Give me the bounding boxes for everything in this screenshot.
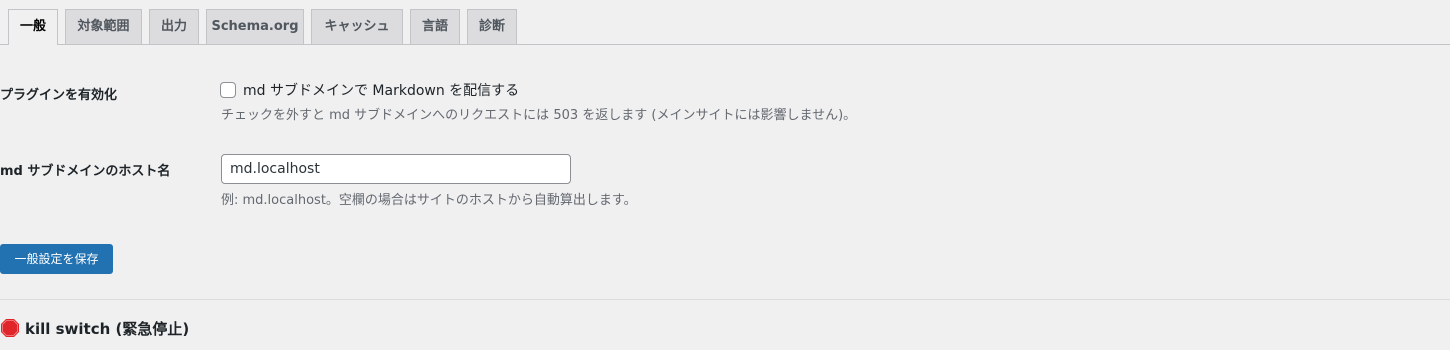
tab-schema-org[interactable]: Schema.org	[206, 9, 304, 44]
enable-plugin-control: md サブドメインで Markdown を配信する	[220, 81, 519, 99]
settings-page: 一般 対象範囲 出力 Schema.org キャッシュ 言語 診断 プラグインを…	[0, 0, 1450, 350]
host-description: 例: md.localhost。空欄の場合はサイトのホストから自動算出します。	[221, 193, 637, 208]
tab-diagnostics[interactable]: 診断	[467, 9, 517, 44]
kill-switch-heading: kill switch (緊急停止)	[0, 316, 189, 340]
host-input[interactable]	[221, 154, 571, 184]
tab-language[interactable]: 言語	[410, 9, 460, 44]
tab-output[interactable]: 出力	[149, 9, 199, 44]
tab-scope[interactable]: 対象範囲	[65, 9, 142, 44]
tab-cache[interactable]: キャッシュ	[311, 9, 403, 44]
stop-sign-icon	[1, 319, 19, 337]
save-general-settings-button[interactable]: 一般設定を保存	[0, 244, 113, 274]
tab-general[interactable]: 一般	[8, 9, 58, 45]
section-divider	[0, 299, 1450, 300]
enable-plugin-label: プラグインを有効化	[0, 88, 118, 103]
settings-tabs: 一般 対象範囲 出力 Schema.org キャッシュ 言語 診断	[0, 0, 1450, 45]
enable-plugin-checkbox[interactable]	[220, 82, 236, 98]
enable-plugin-description: チェックを外すと md サブドメインへのリクエストには 503 を返します (メ…	[221, 108, 857, 123]
kill-switch-title: kill switch (緊急停止)	[25, 319, 190, 338]
enable-plugin-checkbox-label[interactable]: md サブドメインで Markdown を配信する	[243, 80, 519, 100]
host-label: md サブドメインのホスト名	[0, 164, 171, 179]
